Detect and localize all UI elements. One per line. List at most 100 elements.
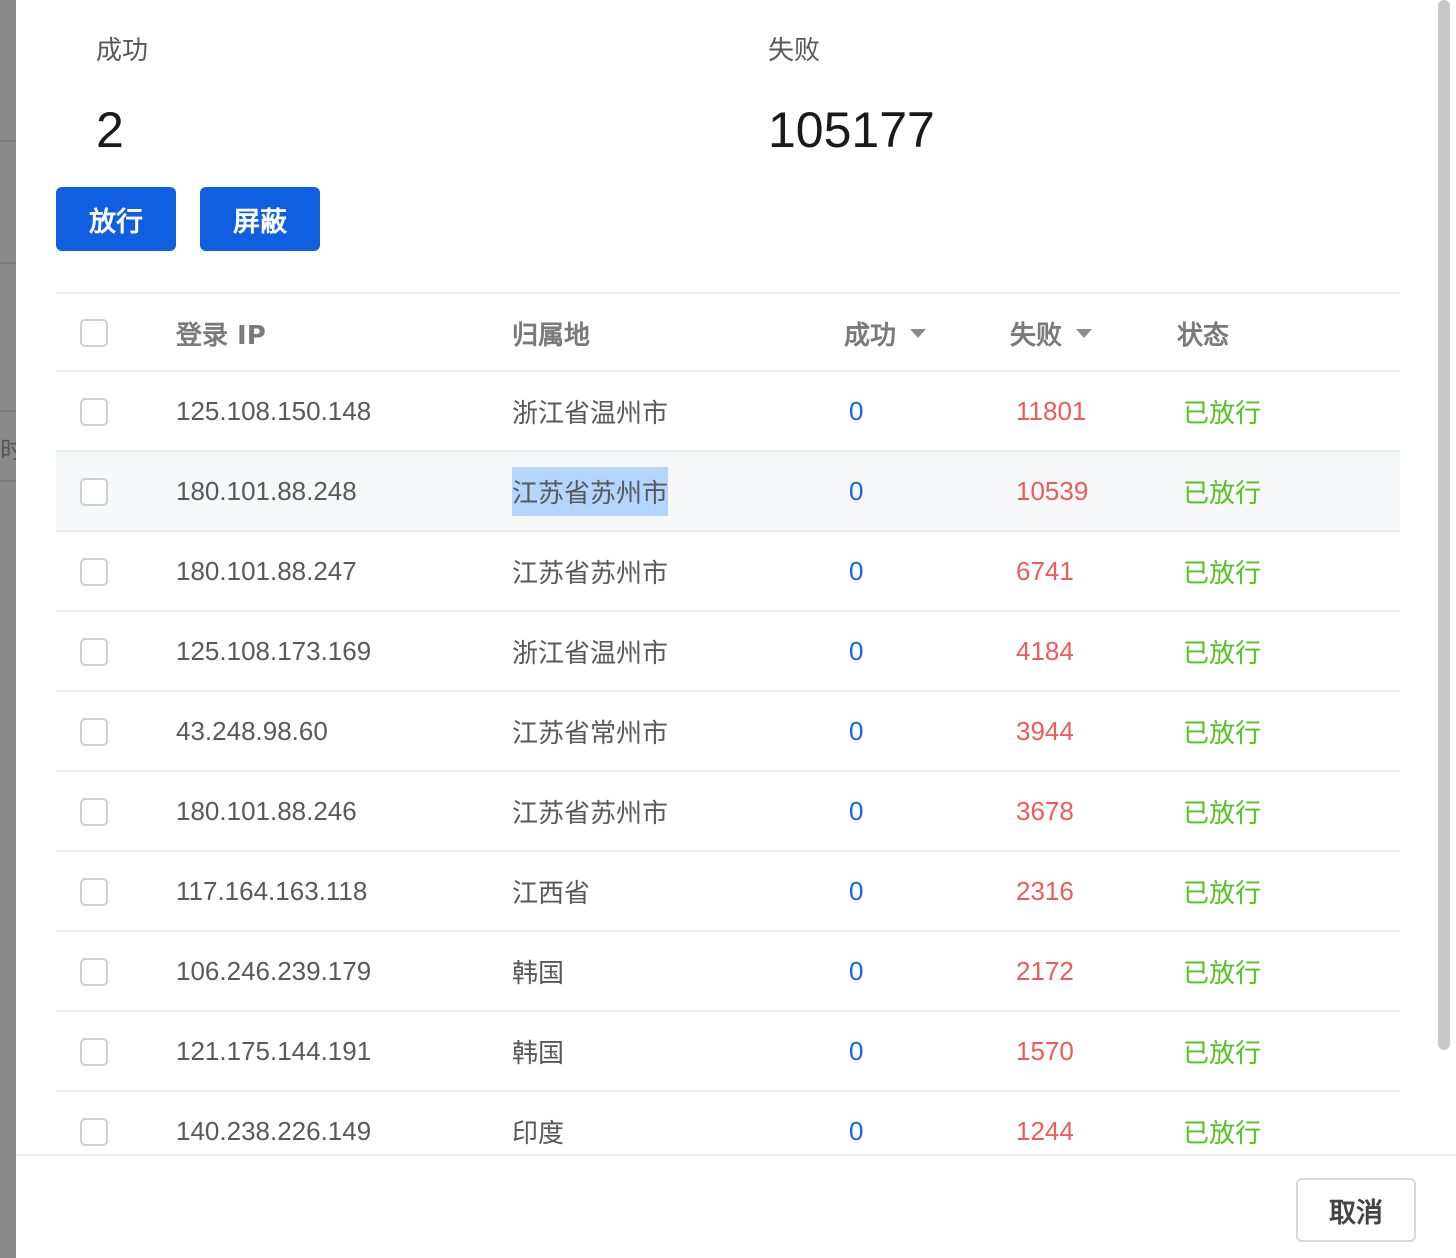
row-checkbox[interactable] — [80, 1118, 108, 1146]
table-row: 117.164.163.118 江西省 0 2316 已放行 — [56, 852, 1400, 932]
select-all-checkbox[interactable] — [80, 319, 108, 347]
success-count-cell: 0 — [849, 875, 864, 906]
backdrop-divider — [0, 410, 16, 412]
location-cell: 江苏省苏州市 — [512, 798, 669, 829]
ip-cell: 117.164.163.118 — [176, 875, 368, 906]
location-cell: 浙江省温州市 — [512, 398, 669, 429]
ip-cell: 180.101.88.246 — [176, 795, 357, 826]
location-cell: 韩国 — [512, 1038, 565, 1069]
success-count-cell: 0 — [849, 1115, 864, 1146]
success-count-cell: 0 — [849, 635, 864, 666]
ip-cell: 180.101.88.248 — [176, 475, 357, 506]
column-header-status-label: 状态 — [1177, 320, 1230, 351]
success-stat-label: 成功 — [96, 35, 149, 65]
status-cell: 已放行 — [1183, 798, 1262, 829]
fail-stat-label: 失败 — [768, 35, 821, 65]
row-checkbox[interactable] — [80, 398, 108, 426]
backdrop-divider — [0, 140, 16, 142]
table-row: 121.175.144.191 韩国 0 1570 已放行 — [56, 1012, 1400, 1092]
table-row: 125.108.173.169 浙江省温州市 0 4184 已放行 — [56, 612, 1400, 692]
sort-down-icon[interactable] — [1076, 328, 1093, 338]
ip-cell: 180.101.88.247 — [176, 555, 357, 586]
backdrop-divider — [0, 262, 16, 264]
table-row: 125.108.150.148 浙江省温州市 0 11801 已放行 — [56, 372, 1400, 452]
success-count-cell: 0 — [849, 1035, 864, 1066]
fail-count-cell: 2172 — [1016, 955, 1074, 986]
table-row: 180.101.88.247 江苏省苏州市 0 6741 已放行 — [56, 532, 1400, 612]
row-checkbox[interactable] — [80, 478, 108, 506]
status-cell: 已放行 — [1183, 558, 1262, 589]
fail-count-cell: 10539 — [1016, 475, 1089, 506]
table-scrollbar[interactable] — [1438, 0, 1450, 1050]
stats-panel: 成功 2 失败 105177 — [16, 0, 1456, 170]
fail-count-cell: 3678 — [1016, 795, 1074, 826]
location-cell: 江苏省苏州市 — [512, 452, 669, 530]
column-header-location-label: 归属地 — [512, 320, 591, 351]
fail-stat: 失败 105177 — [768, 30, 935, 155]
location-cell: 江苏省苏州市 — [512, 558, 669, 589]
fail-count-cell: 3944 — [1016, 715, 1074, 746]
status-cell: 已放行 — [1183, 638, 1262, 669]
table-row: 180.101.88.246 江苏省苏州市 0 3678 已放行 — [56, 772, 1400, 852]
fail-count-cell: 11801 — [1016, 395, 1087, 426]
cancel-button[interactable]: 取消 — [1296, 1178, 1416, 1242]
backdrop-divider — [0, 480, 16, 482]
success-count-cell: 0 — [849, 715, 864, 746]
ip-cell: 125.108.150.148 — [176, 395, 372, 426]
location-cell: 印度 — [512, 1118, 565, 1149]
status-cell: 已放行 — [1183, 478, 1262, 509]
fail-count-cell: 4184 — [1016, 635, 1074, 666]
row-checkbox[interactable] — [80, 878, 108, 906]
fail-count-cell: 1570 — [1016, 1035, 1074, 1066]
success-count-cell: 0 — [849, 395, 864, 426]
dialog-footer: 取消 — [16, 1154, 1456, 1258]
column-header-ip: 登录 IP — [176, 294, 266, 372]
status-cell: 已放行 — [1183, 718, 1262, 749]
status-cell: 已放行 — [1183, 1118, 1262, 1149]
row-checkbox[interactable] — [80, 798, 108, 826]
table-row: 43.248.98.60 江苏省常州市 0 3944 已放行 — [56, 692, 1400, 772]
column-header-success-label: 成功 — [844, 320, 897, 351]
status-cell: 已放行 — [1183, 398, 1262, 429]
column-header-success[interactable]: 成功 — [844, 294, 927, 372]
sort-down-icon[interactable] — [910, 328, 927, 338]
table-row: 180.101.88.248 江苏省苏州市 0 10539 已放行 — [56, 452, 1400, 532]
row-checkbox[interactable] — [80, 1038, 108, 1066]
status-cell: 已放行 — [1183, 958, 1262, 989]
backdrop-partial-text: 时 — [0, 437, 16, 464]
row-checkbox[interactable] — [80, 638, 108, 666]
success-count-cell: 0 — [849, 955, 864, 986]
row-checkbox[interactable] — [80, 558, 108, 586]
success-count-cell: 0 — [849, 555, 864, 586]
fail-count-cell: 1244 — [1016, 1115, 1074, 1146]
location-cell: 江西省 — [512, 878, 591, 909]
allow-button[interactable]: 放行 — [56, 187, 176, 251]
row-checkbox[interactable] — [80, 958, 108, 986]
column-header-location: 归属地 — [512, 294, 590, 372]
column-header-fail[interactable]: 失败 — [1010, 294, 1093, 372]
ip-cell: 43.248.98.60 — [176, 715, 328, 746]
fail-stat-value: 105177 — [768, 102, 935, 158]
column-header-ip-label: 登录 IP — [176, 320, 266, 351]
selected-text: 江苏省苏州市 — [512, 466, 669, 516]
status-cell: 已放行 — [1183, 878, 1262, 909]
block-button[interactable]: 屏蔽 — [200, 187, 320, 251]
success-stat-value: 2 — [96, 102, 124, 158]
column-header-status: 状态 — [1177, 294, 1229, 372]
ip-cell: 121.175.144.191 — [176, 1035, 372, 1066]
table-row: 140.238.226.149 印度 0 1244 已放行 — [56, 1092, 1400, 1156]
table-row: 106.246.239.179 韩国 0 2172 已放行 — [56, 932, 1400, 1012]
location-cell: 江苏省常州市 — [512, 718, 669, 749]
table-header: 登录 IP 归属地 成功 失败 状态 — [56, 292, 1400, 372]
fail-count-cell: 2316 — [1016, 875, 1074, 906]
location-cell: 浙江省温州市 — [512, 638, 669, 669]
ip-cell: 140.238.226.149 — [176, 1115, 372, 1146]
ip-cell: 125.108.173.169 — [176, 635, 372, 666]
success-count-cell: 0 — [849, 475, 864, 506]
fail-count-cell: 6741 — [1016, 555, 1074, 586]
success-count-cell: 0 — [849, 795, 864, 826]
ip-cell: 106.246.239.179 — [176, 955, 372, 986]
column-header-fail-label: 失败 — [1010, 320, 1063, 351]
row-checkbox[interactable] — [80, 718, 108, 746]
ip-table: 登录 IP 归属地 成功 失败 状态 125.108.150.148 浙江省温州… — [56, 292, 1400, 1156]
